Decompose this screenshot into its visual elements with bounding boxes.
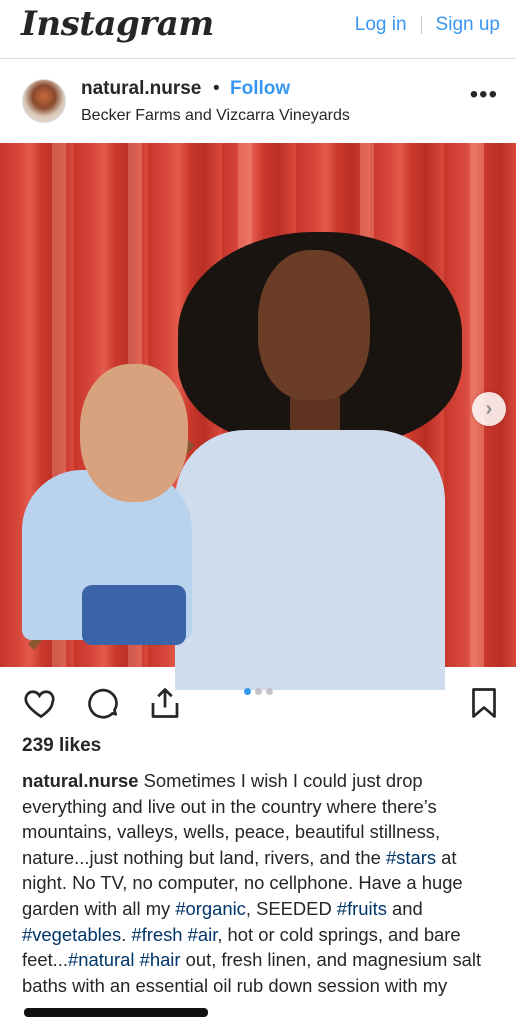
bookmark-icon[interactable] bbox=[466, 685, 502, 721]
hashtag-link[interactable]: #air bbox=[188, 924, 218, 945]
instagram-logo[interactable]: Instagram bbox=[21, 4, 214, 44]
hashtag-link[interactable]: #hair bbox=[140, 949, 181, 970]
post-caption: natural.nurse Sometimes I wish I could j… bbox=[22, 768, 500, 1024]
redaction-bar bbox=[24, 1007, 208, 1017]
hashtag-link[interactable]: #fresh bbox=[131, 924, 182, 945]
post-location[interactable]: Becker Farms and Vizcarra Vineyards bbox=[81, 107, 350, 125]
caption-text: . bbox=[121, 923, 132, 945]
carousel-dot bbox=[244, 688, 251, 695]
post-actions bbox=[0, 667, 516, 737]
dot-separator: • bbox=[213, 78, 220, 99]
signup-link[interactable]: Sign up bbox=[436, 14, 500, 36]
post-username[interactable]: natural.nurse bbox=[81, 78, 201, 100]
hashtag-link[interactable]: #natural bbox=[68, 949, 134, 970]
likes-count[interactable]: 239 likes bbox=[22, 735, 101, 757]
hashtag-link[interactable]: #vegetables bbox=[22, 924, 121, 945]
woman-sweater bbox=[175, 430, 445, 690]
caption-text: and bbox=[386, 897, 423, 919]
comment-icon[interactable] bbox=[85, 685, 121, 721]
baby-head bbox=[80, 364, 188, 502]
avatar[interactable] bbox=[22, 79, 66, 123]
hashtag-link[interactable]: #fruits bbox=[337, 898, 387, 919]
hashtag-link[interactable]: #organic bbox=[175, 898, 246, 919]
carousel-dot bbox=[266, 688, 273, 695]
chevron-right-icon[interactable]: › bbox=[472, 392, 506, 426]
follow-button[interactable]: Follow bbox=[230, 78, 290, 100]
auth-divider bbox=[420, 16, 422, 34]
auth-links: Log in Sign up bbox=[355, 14, 500, 36]
post-header: natural.nurse • Follow Becker Farms and … bbox=[0, 59, 516, 143]
hashtag-link[interactable]: #stars bbox=[386, 847, 436, 868]
share-icon[interactable] bbox=[147, 685, 183, 721]
top-bar: Instagram Log in Sign up bbox=[0, 0, 516, 59]
baby-jeans bbox=[82, 585, 186, 645]
carousel-dot bbox=[255, 688, 262, 695]
login-link[interactable]: Log in bbox=[355, 14, 407, 36]
woman-face bbox=[258, 250, 370, 400]
more-options-icon[interactable]: ••• bbox=[470, 83, 498, 107]
carousel-indicator bbox=[244, 688, 273, 695]
heart-icon[interactable] bbox=[23, 685, 59, 721]
caption-text: , SEEDED bbox=[245, 897, 337, 919]
caption-username[interactable]: natural.nurse bbox=[22, 770, 139, 791]
